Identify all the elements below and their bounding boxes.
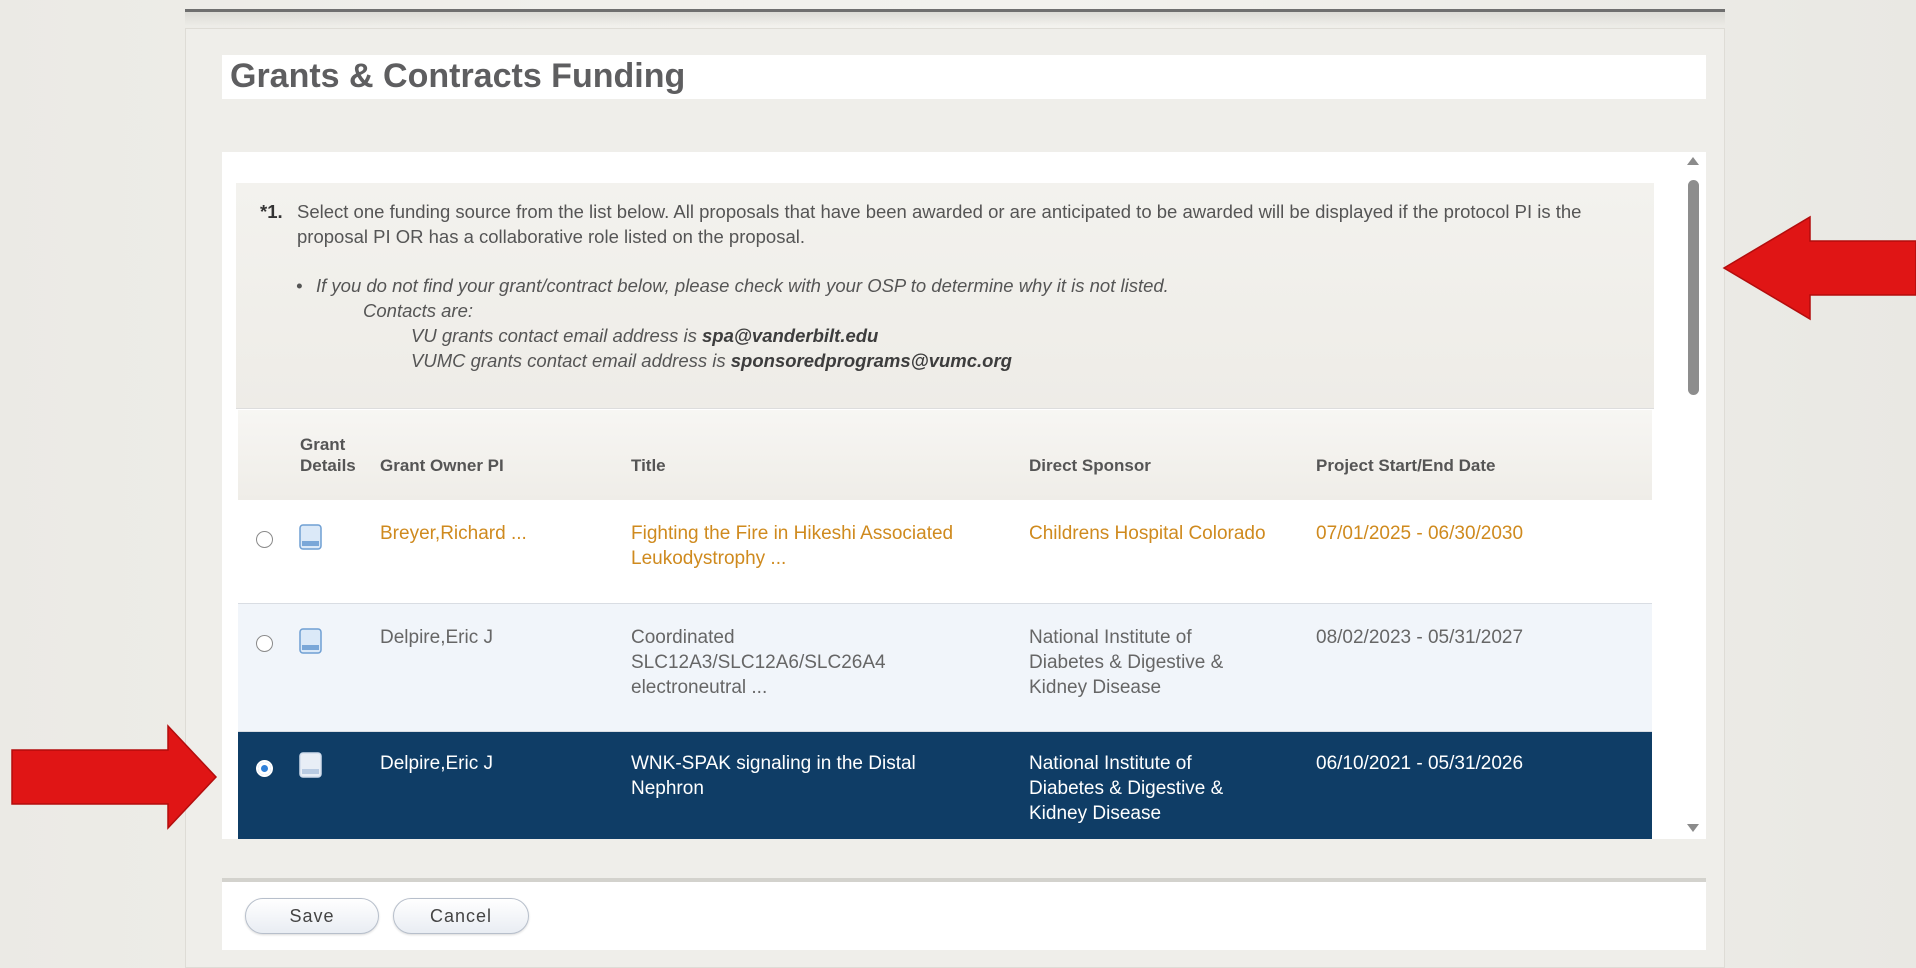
row-radio-selected[interactable]: [256, 760, 273, 777]
document-icon[interactable]: [299, 752, 322, 778]
title-line: electroneutral ...: [631, 677, 768, 698]
project-dates: 08/02/2023 - 05/31/2027: [1316, 627, 1524, 648]
header-details: Details: [300, 456, 356, 475]
vu-contact-email: spa@vanderbilt.edu: [702, 325, 879, 346]
header-direct-sponsor[interactable]: Direct Sponsor: [1029, 455, 1151, 476]
vumc-contact-line: VUMC grants contact email address is spo…: [411, 348, 1012, 373]
sponsor-line: National Institute of: [1029, 627, 1192, 648]
scrollable-content[interactable]: *1. Select one funding source from the l…: [222, 152, 1688, 839]
top-divider-shadow: [185, 12, 1725, 26]
sponsor-line: National Institute of: [1029, 753, 1192, 774]
document-icon[interactable]: [299, 524, 322, 550]
project-dates: 06/10/2021 - 05/31/2026: [1316, 753, 1524, 774]
title-line: Nephron: [631, 778, 704, 799]
header-grant: Grant: [300, 435, 346, 454]
vu-contact-prefix: VU grants contact email address is: [411, 325, 702, 346]
note-line-1: If you do not find your grant/contract b…: [316, 275, 1169, 296]
title-line: Fighting the Fire in Hikeshi Associated: [631, 523, 954, 544]
scroll-down-arrow-icon[interactable]: [1687, 824, 1699, 832]
header-title[interactable]: Title: [631, 455, 666, 476]
row-radio[interactable]: [256, 531, 273, 548]
question-text: Select one funding source from the list …: [297, 201, 1582, 247]
title-line: WNK-SPAK signaling in the Distal: [631, 753, 916, 774]
grant-owner[interactable]: Breyer,Richard ...: [380, 521, 527, 546]
sponsor-line: Diabetes & Digestive &: [1029, 778, 1224, 799]
note-line-2: Contacts are:: [363, 300, 474, 321]
vumc-contact-email: sponsoredprograms@vumc.org: [730, 350, 1012, 371]
page-title: Grants & Contracts Funding: [230, 57, 686, 95]
title-line: SLC12A3/SLC12A6/SLC26A4: [631, 652, 886, 673]
cancel-button[interactable]: Cancel: [393, 898, 529, 934]
scrollbar-thumb[interactable]: [1688, 180, 1699, 395]
annotation-arrow-left-icon: [1722, 215, 1916, 321]
vu-contact-line: VU grants contact email address is spa@v…: [411, 323, 878, 348]
title-line: Leukodystrophy ...: [631, 548, 787, 569]
question-number: *1.: [260, 201, 283, 222]
grant-owner: Delpire,Eric J: [380, 753, 493, 774]
direct-sponsor: National Institute of Diabetes & Digesti…: [1029, 751, 1223, 826]
table-row[interactable]: Delpire,Eric J Coordinated SLC12A3/SLC12…: [238, 604, 1652, 732]
row-radio[interactable]: [256, 635, 273, 652]
grant-title[interactable]: Fighting the Fire in Hikeshi Associated …: [631, 521, 953, 571]
table-header: Grant Details Grant Owner PI Title Direc…: [238, 410, 1652, 501]
direct-sponsor[interactable]: Childrens Hospital Colorado: [1029, 521, 1266, 546]
project-dates[interactable]: 07/01/2025 - 06/30/2030: [1316, 521, 1523, 546]
title-line: Coordinated: [631, 627, 735, 648]
table-row-selected[interactable]: Delpire,Eric J WNK-SPAK signaling in the…: [238, 732, 1652, 839]
header-project-dates[interactable]: Project Start/End Date: [1316, 455, 1496, 476]
question-block: *1. Select one funding source from the l…: [236, 183, 1654, 409]
sponsor-line: Diabetes & Digestive &: [1029, 652, 1224, 673]
document-icon[interactable]: [299, 628, 322, 654]
grant-title: Coordinated SLC12A3/SLC12A6/SLC26A4 elec…: [631, 625, 886, 700]
table-row[interactable]: Breyer,Richard ... Fighting the Fire in …: [238, 500, 1652, 604]
annotation-arrow-right-icon: [11, 724, 218, 830]
save-button[interactable]: Save: [245, 898, 379, 934]
grant-title: WNK-SPAK signaling in the Distal Nephron: [631, 751, 916, 801]
vumc-contact-prefix: VUMC grants contact email address is: [411, 350, 731, 371]
header-grant-owner[interactable]: Grant Owner PI: [380, 455, 504, 476]
bullet-icon: •: [296, 275, 303, 296]
sponsor-line: Kidney Disease: [1029, 803, 1162, 824]
sponsor-line: Kidney Disease: [1029, 677, 1162, 698]
direct-sponsor: National Institute of Diabetes & Digesti…: [1029, 625, 1223, 700]
scroll-up-arrow-icon[interactable]: [1687, 157, 1699, 165]
grant-owner: Delpire,Eric J: [380, 627, 493, 648]
